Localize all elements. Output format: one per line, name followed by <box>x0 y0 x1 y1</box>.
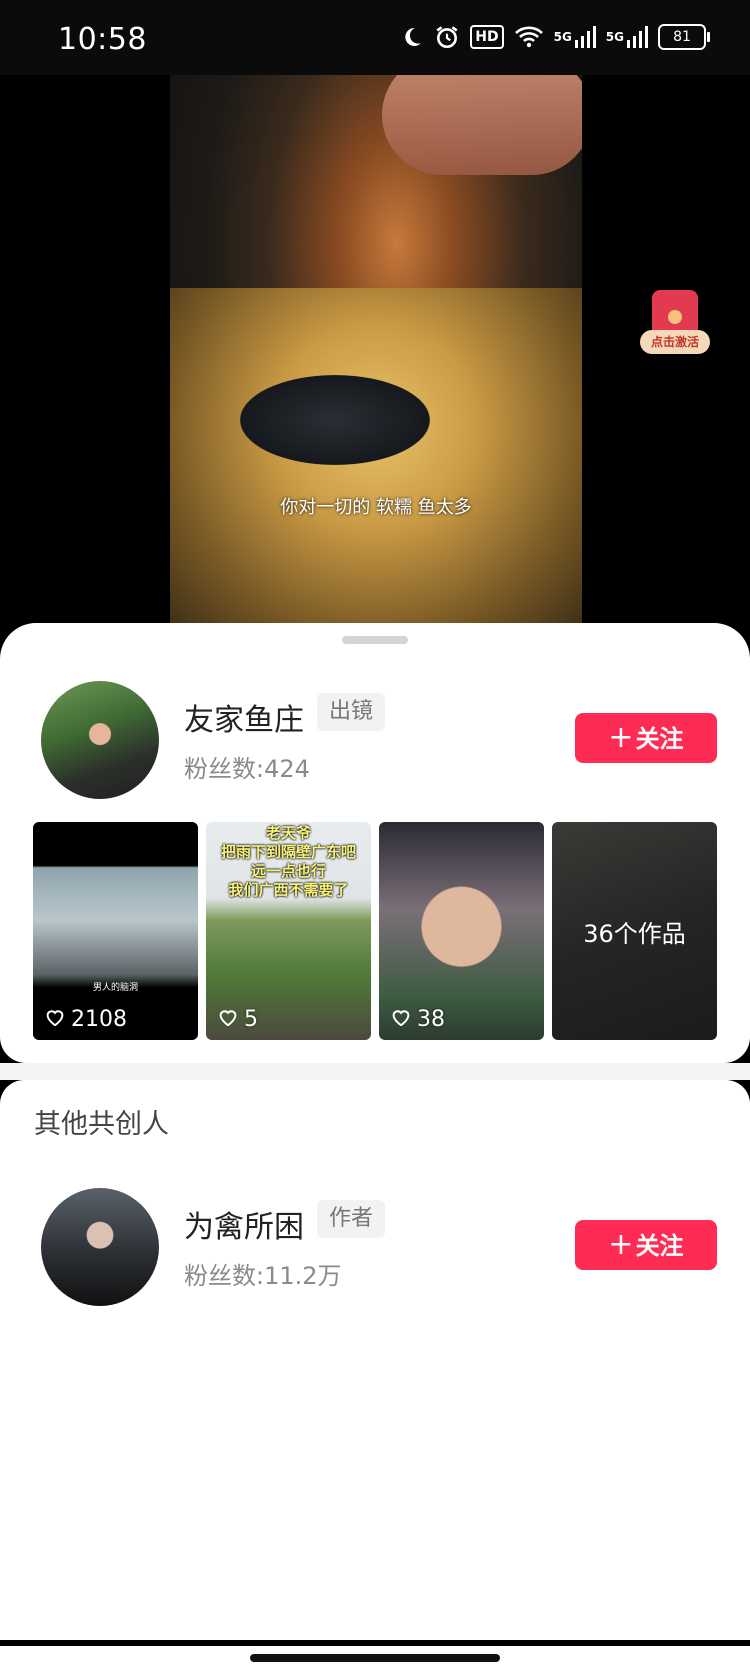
more-works-thumbnail[interactable]: 36个作品 <box>552 822 717 1040</box>
network-label-1: 5G <box>553 30 572 44</box>
section-divider <box>0 1063 750 1080</box>
wifi-icon <box>514 25 544 49</box>
status-icons: HD 5G 5G 81 <box>400 24 710 50</box>
soup-scene <box>170 287 582 635</box>
hd-icon: HD <box>470 25 504 49</box>
video-frame: 你对一切的 软糯 鱼太多 <box>170 75 582 635</box>
fans-count: 粉丝数:11.2万 <box>184 1262 342 1290</box>
plus-icon: + <box>608 1227 634 1262</box>
follow-button[interactable]: +关注 <box>575 713 717 763</box>
creator-name[interactable]: 友家鱼庄 <box>184 695 304 739</box>
likes-count: 5 <box>244 1007 258 1032</box>
moon-icon <box>400 25 424 49</box>
co-creators-section: 其他共创人 为禽所困 作者 粉丝数:11.2万 +关注 <box>0 1080 750 1640</box>
follow-button[interactable]: +关注 <box>575 1220 717 1270</box>
video-subtitle: 你对一切的 软糯 鱼太多 <box>280 497 472 518</box>
works-thumbnails: 男人的脑洞 2108 老天爷 把雨下到隔壁广东吧 远一点也行 我们广西不需要了 … <box>33 822 717 1040</box>
work-thumbnail[interactable]: 老天爷 把雨下到隔壁广东吧 远一点也行 我们广西不需要了 5 <box>206 822 371 1040</box>
signal-5g-icon: 5G <box>554 26 596 48</box>
likes: 38 <box>391 1007 445 1032</box>
likes: 2108 <box>45 1007 127 1032</box>
works-count: 36个作品 <box>583 920 686 948</box>
follow-label: 关注 <box>635 725 684 753</box>
network-label-2: 5G <box>605 30 624 44</box>
co-creator-name[interactable]: 为禽所困 <box>184 1202 304 1246</box>
likes-count: 38 <box>417 1007 445 1032</box>
co-creator-row[interactable]: 为禽所困 作者 粉丝数:11.2万 +关注 <box>0 1188 750 1318</box>
likes: 5 <box>218 1007 258 1032</box>
role-tag: 出镜 <box>317 693 386 731</box>
signal-5g-icon-2: 5G <box>606 26 648 48</box>
follow-label: 关注 <box>635 1232 684 1260</box>
plus-icon: + <box>608 720 634 755</box>
section-title: 其他共创人 <box>34 1109 169 1140</box>
drag-handle[interactable] <box>342 636 408 644</box>
likes-count: 2108 <box>71 1007 127 1032</box>
heart-icon <box>391 1007 411 1032</box>
home-indicator[interactable] <box>250 1654 500 1662</box>
work-thumbnail[interactable]: 38 <box>379 822 544 1040</box>
fish-head <box>240 375 430 465</box>
role-tag: 作者 <box>317 1200 386 1238</box>
thumb-caption: 男人的脑洞 <box>92 983 138 993</box>
heart-icon <box>45 1007 65 1032</box>
status-bar: 10:58 HD 5G 5G 81 <box>0 0 750 75</box>
heart-icon <box>218 1007 238 1032</box>
redpacket-widget[interactable]: 点击激活 <box>640 290 710 360</box>
battery-icon: 81 <box>658 24 710 50</box>
video-player[interactable]: 你对一切的 软糯 鱼太多 点击激活 <box>0 75 750 635</box>
avatar[interactable] <box>41 1188 159 1306</box>
avatar[interactable] <box>41 681 159 799</box>
hand <box>382 75 582 175</box>
fans-count: 粉丝数:424 <box>184 755 310 783</box>
work-thumbnail[interactable]: 男人的脑洞 2108 <box>33 822 198 1040</box>
system-nav-bar <box>0 1640 750 1675</box>
thumb-caption: 老天爷 把雨下到隔壁广东吧 远一点也行 我们广西不需要了 <box>220 824 356 899</box>
creator-sheet: 友家鱼庄 出镜 粉丝数:424 +关注 男人的脑洞 2108 老天爷 把雨下到隔… <box>0 623 750 1063</box>
alarm-icon <box>434 24 460 50</box>
redpacket-label: 点击激活 <box>640 330 710 354</box>
status-time: 10:58 <box>58 22 147 57</box>
creator-row[interactable]: 友家鱼庄 出镜 粉丝数:424 +关注 <box>0 681 750 811</box>
